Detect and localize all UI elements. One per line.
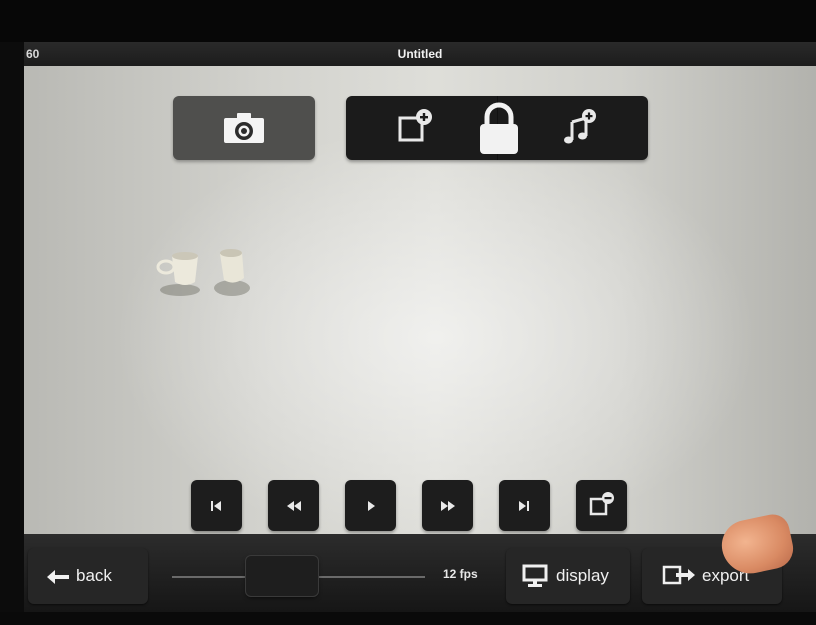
bottom-toolbar: back 12 fps display export xyxy=(24,534,816,612)
espresso-cups-image xyxy=(156,249,250,296)
back-arrow-icon xyxy=(47,570,69,584)
play-icon xyxy=(368,501,375,511)
device-bezel-top xyxy=(0,0,816,42)
fast-forward-icon xyxy=(441,501,455,511)
project-title: Untitled xyxy=(397,47,443,61)
monitor-icon xyxy=(522,564,548,587)
camera-icon xyxy=(224,113,264,143)
capture-button[interactable] xyxy=(173,96,315,160)
app-screen: 60 Untitled back 12 fps display export xyxy=(24,42,816,612)
skip-start-icon xyxy=(211,501,221,511)
lock-icon[interactable] xyxy=(477,102,521,156)
add-audio-icon xyxy=(564,109,596,144)
back-label: back xyxy=(76,566,112,585)
jump-to-start-button[interactable] xyxy=(191,480,242,531)
capture-preview[interactable] xyxy=(24,66,816,534)
rewind-button[interactable] xyxy=(268,480,319,531)
display-button[interactable]: display xyxy=(506,548,630,604)
device-bezel-bottom xyxy=(0,612,816,625)
play-button[interactable] xyxy=(345,480,396,531)
fps-value: 12 fps xyxy=(443,567,478,581)
rewind-icon xyxy=(287,501,301,511)
fps-slider-thumb[interactable] xyxy=(246,556,318,596)
fast-forward-button[interactable] xyxy=(422,480,473,531)
export-icon xyxy=(662,565,695,585)
add-frame-button[interactable] xyxy=(346,96,496,160)
display-label: display xyxy=(556,566,609,585)
status-bar: 60 Untitled xyxy=(24,42,816,66)
add-frame-icon xyxy=(398,109,432,142)
delete-frame-icon xyxy=(589,492,614,516)
skip-end-icon xyxy=(519,501,529,511)
delete-frame-button[interactable] xyxy=(576,480,627,531)
back-button[interactable]: back xyxy=(28,548,148,604)
jump-to-end-button[interactable] xyxy=(499,480,550,531)
